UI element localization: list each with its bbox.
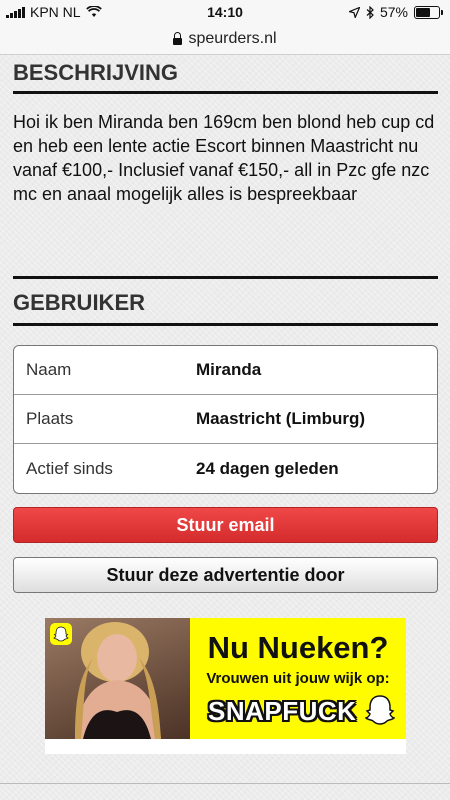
user-top-divider <box>13 276 438 279</box>
user-title: GEBRUIKER <box>13 290 146 315</box>
ad-text-panel: Nu Nueken? Vrouwen uit jouw wijk op: SNA… <box>190 618 406 739</box>
bluetooth-icon <box>366 5 374 19</box>
ghost-icon <box>365 695 395 725</box>
description-text: Hoi ik ben Miranda ben 169cm ben blond h… <box>13 112 435 204</box>
ad-brand: SNAPFUCK <box>208 696 357 726</box>
address-bar[interactable]: speurders.nl <box>0 24 450 55</box>
location-arrow-icon <box>348 6 360 18</box>
user-info-table: Naam Miranda Plaats Maastricht (Limburg)… <box>13 345 438 494</box>
battery-icon <box>414 5 443 19</box>
status-bar: KPN NL 14:10 57% <box>0 0 450 24</box>
bottom-divider <box>0 783 450 784</box>
ad-banner[interactable]: Nu Nueken? Vrouwen uit jouw wijk op: SNA… <box>45 618 406 754</box>
status-right: 57% <box>348 4 443 20</box>
ad-headline: Nu Nueken? <box>207 630 389 665</box>
send-email-button[interactable]: Stuur email <box>13 507 438 543</box>
share-ad-button[interactable]: Stuur deze advertentie door <box>13 557 438 593</box>
ad-photo <box>45 618 190 739</box>
user-row-name: Naam Miranda <box>14 346 437 395</box>
description-title: BESCHRIJVING <box>13 60 179 85</box>
user-label-name: Naam <box>26 360 72 379</box>
user-value-active-since: 24 dagen geleden <box>196 458 339 478</box>
lock-icon <box>173 31 183 45</box>
user-value-name: Miranda <box>196 360 262 379</box>
description-divider <box>13 91 438 94</box>
user-label-active-since: Actief sinds <box>26 458 113 478</box>
user-row-active-since: Actief sinds 24 dagen geleden <box>14 444 437 493</box>
ad-subline: Vrouwen uit jouw wijk op: <box>206 670 390 687</box>
battery-fill <box>416 7 430 17</box>
user-divider <box>13 323 438 326</box>
battery-percent: 57% <box>379 4 408 20</box>
url-text: speurders.nl <box>188 30 277 47</box>
user-label-place: Plaats <box>26 409 74 428</box>
user-value-place: Maastricht (Limburg) <box>196 409 366 428</box>
user-row-place: Plaats Maastricht (Limburg) <box>14 395 437 444</box>
snapchat-ghost-icon <box>50 623 72 645</box>
